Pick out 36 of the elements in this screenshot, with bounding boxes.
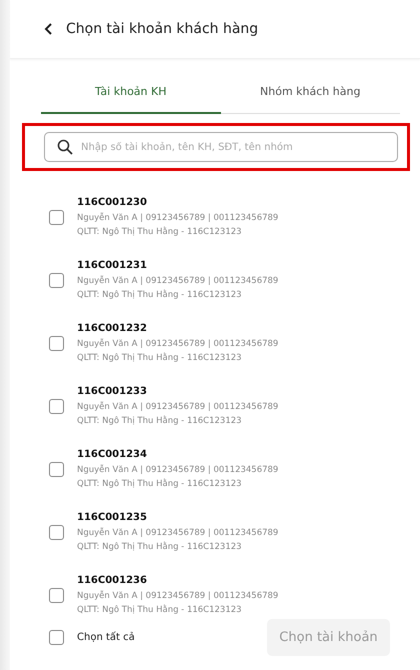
- checkbox[interactable]: [49, 630, 64, 644]
- account-details: Nguyễn Văn A | 09123456789 | 001123456789: [77, 400, 278, 414]
- checkbox[interactable]: [49, 398, 64, 414]
- account-details: Nguyễn Văn A | 09123456789 | 001123456789: [77, 464, 278, 477]
- checkbox[interactable]: [49, 524, 64, 540]
- account-details: Nguyễn Văn A | 09123456789 | 001123456789: [77, 526, 278, 540]
- account-number: 116C001231: [77, 259, 148, 273]
- account-number: 116C001234: [77, 448, 148, 462]
- account-manager: QLTT: Ngô Thị Thu Hằng - 116C123123: [77, 540, 243, 554]
- checkbox[interactable]: [49, 272, 64, 288]
- account-manager: QLTT: Ngô Thị Thu Hằng - 116C123123: [77, 226, 243, 239]
- account-number: 116C001233: [77, 385, 148, 399]
- account-manager: QLTT: Ngô Thị Thu Hằng - 116C123123: [77, 352, 243, 365]
- account-details: Nguyễn Văn A | 09123456789 | 001123456789: [77, 590, 278, 603]
- account-number: 116C001235: [77, 511, 148, 525]
- checkbox[interactable]: [49, 588, 64, 602]
- checkbox[interactable]: [49, 462, 64, 476]
- page-title: Chọn tài khoản khách hàng: [66, 21, 258, 37]
- account-manager: QLTT: Ngô Thị Thu Hằng - 116C123123: [77, 478, 243, 491]
- account-number: 116C001230: [77, 196, 148, 210]
- tab[interactable]: Nhóm khách hàng: [220, 71, 400, 114]
- account-manager: QLTT: Ngô Thị Thu Hằng - 116C123123: [77, 604, 243, 617]
- account-manager: QLTT: Ngô Thị Thu Hằng - 116C123123: [77, 414, 243, 428]
- search-icon: [57, 139, 73, 155]
- account-manager: QLTT: Ngô Thị Thu Hằng - 116C123123: [77, 288, 243, 302]
- account-number: 116C001232: [77, 322, 148, 336]
- account-details: Nguyễn Văn A | 09123456789 | 001123456789: [77, 338, 278, 351]
- back-button[interactable]: [44, 22, 54, 36]
- account-details: Nguyễn Văn A | 09123456789 | 001123456789: [77, 212, 278, 225]
- checkbox[interactable]: [49, 336, 64, 350]
- tab[interactable]: Tài khoản KH: [41, 71, 220, 114]
- back-icon: [44, 22, 54, 36]
- account-details: Nguyễn Văn A | 09123456789 | 001123456789: [77, 274, 278, 288]
- select-all-label: Chọn tất cả: [77, 632, 136, 642]
- account-number: 116C001236: [77, 574, 148, 588]
- checkbox[interactable]: [49, 210, 64, 224]
